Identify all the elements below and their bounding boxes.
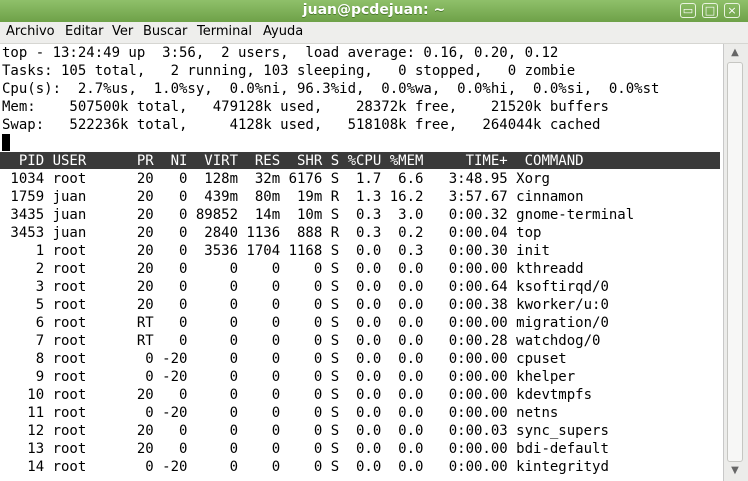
maximize-button[interactable]: □ — [702, 3, 718, 18]
terminal-output[interactable]: top - 13:24:49 up 3:56, 2 users, load av… — [0, 44, 723, 481]
process-row: 14 root 0 -20 0 0 0 S 0.0 0.0 0:00.00 ki… — [2, 459, 609, 475]
process-row: 2 root 20 0 0 0 0 S 0.0 0.0 0:00.00 kthr… — [2, 261, 584, 277]
process-row: 12 root 20 0 0 0 0 S 0.0 0.0 0:00.03 syn… — [2, 423, 609, 439]
process-row: 5 root 20 0 0 0 0 S 0.0 0.0 0:00.38 kwor… — [2, 297, 609, 313]
process-row: 3435 juan 20 0 89852 14m 10m S 0.3 3.0 0… — [2, 207, 635, 223]
minimize-button[interactable]: ▭ — [680, 3, 696, 18]
window-title: juan@pcdejuan: ~ — [302, 2, 446, 18]
summary-line: top - 13:24:49 up 3:56, 2 users, load av… — [2, 45, 559, 61]
menu-buscar[interactable]: Buscar — [143, 24, 187, 39]
summary-line: Swap: 522236k total, 4128k used, 518108k… — [2, 117, 601, 133]
process-row: 7 root RT 0 0 0 0 S 0.0 0.0 0:00.28 watc… — [2, 333, 601, 349]
process-row: 13 root 20 0 0 0 0 S 0.0 0.0 0:00.00 bdi… — [2, 441, 609, 457]
scroll-up-arrow-icon[interactable]: ▲ — [728, 46, 742, 60]
text-cursor — [2, 134, 10, 151]
menu-editar[interactable]: Editar — [65, 24, 104, 39]
process-row: 1 root 20 0 3536 1704 1168 S 0.0 0.3 0:0… — [2, 243, 550, 259]
process-table-header: PID USER PR NI VIRT RES SHR S %CPU %MEM … — [2, 153, 584, 169]
process-row: 9 root 0 -20 0 0 0 S 0.0 0.0 0:00.00 khe… — [2, 369, 576, 385]
summary-line: Mem: 507500k total, 479128k used, 28372k… — [2, 99, 609, 115]
scroll-down-arrow-icon[interactable]: ▼ — [728, 464, 742, 478]
close-button[interactable]: × — [724, 3, 740, 18]
menu-ver[interactable]: Ver — [112, 24, 133, 39]
process-row: 10 root 20 0 0 0 0 S 0.0 0.0 0:00.00 kde… — [2, 387, 593, 403]
process-row: 11 root 0 -20 0 0 0 S 0.0 0.0 0:00.00 ne… — [2, 405, 559, 421]
menu-terminal[interactable]: Terminal — [197, 24, 252, 39]
window-titlebar[interactable]: juan@pcdejuan: ~ ▭ □ × — [0, 0, 748, 23]
process-row: 3453 juan 20 0 2840 1136 888 R 0.3 0.2 0… — [2, 225, 542, 241]
menu-ayuda[interactable]: Ayuda — [263, 24, 303, 39]
process-row: 3 root 20 0 0 0 0 S 0.0 0.0 0:00.64 ksof… — [2, 279, 609, 295]
process-row: 1034 root 20 0 128m 32m 6176 S 1.7 6.6 3… — [2, 171, 550, 187]
process-row: 1759 juan 20 0 439m 80m 19m R 1.3 16.2 3… — [2, 189, 584, 205]
process-row: 8 root 0 -20 0 0 0 S 0.0 0.0 0:00.00 cpu… — [2, 351, 567, 367]
menu-bar: Archivo Editar Ver Buscar Terminal Ayuda — [0, 22, 748, 44]
process-row: 6 root RT 0 0 0 0 S 0.0 0.0 0:00.00 migr… — [2, 315, 609, 331]
summary-line: Cpu(s): 2.7%us, 1.0%sy, 0.0%ni, 96.3%id,… — [2, 81, 660, 97]
vertical-scrollbar[interactable]: ▲ ▼ — [723, 44, 748, 481]
scroll-thumb[interactable] — [727, 62, 743, 462]
menu-archivo[interactable]: Archivo — [6, 24, 55, 39]
summary-line: Tasks: 105 total, 2 running, 103 sleepin… — [2, 63, 576, 79]
